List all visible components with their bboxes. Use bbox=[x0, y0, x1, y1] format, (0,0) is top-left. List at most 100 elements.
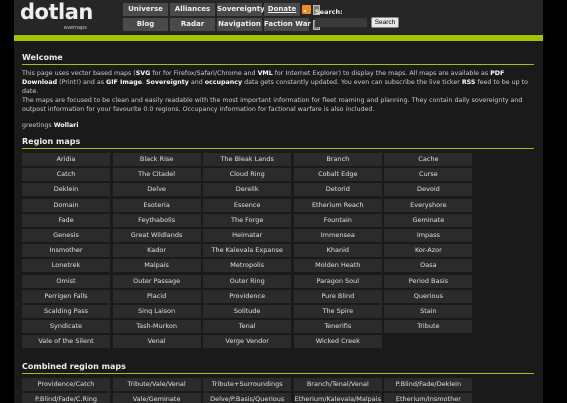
region-map-link[interactable]: Omist bbox=[22, 274, 110, 288]
region-map-link[interactable]: Tribute bbox=[384, 320, 473, 334]
region-map-link[interactable]: Heimatar bbox=[203, 229, 292, 242]
logo-text: dotlan bbox=[20, 0, 93, 24]
nav-blog[interactable]: Blog bbox=[123, 18, 168, 31]
rss-icon[interactable] bbox=[302, 5, 311, 14]
region-map-link[interactable]: Domain bbox=[22, 198, 110, 212]
region-map-link[interactable]: Solitude bbox=[203, 305, 292, 318]
welcome-text: This page uses vector based maps ( bbox=[22, 70, 136, 77]
welcome-emphasis: RSS bbox=[461, 79, 476, 86]
region-map-link[interactable]: Cache bbox=[384, 153, 473, 166]
region-map-link[interactable]: Querious bbox=[384, 289, 473, 303]
search-button[interactable]: Search bbox=[371, 17, 399, 28]
nav-alliances[interactable]: Alliances bbox=[170, 3, 215, 16]
divider bbox=[22, 148, 534, 149]
region-map-link[interactable]: Delve bbox=[112, 183, 201, 197]
region-map-link[interactable]: Geminate bbox=[384, 213, 473, 227]
region-map-link[interactable]: Syndicate bbox=[22, 320, 110, 334]
region-map-link[interactable]: Kador bbox=[112, 244, 201, 258]
search-label: Search: bbox=[315, 8, 343, 16]
region-map-link[interactable]: Tash-Murkon bbox=[112, 320, 201, 334]
region-map-link[interactable]: Placid bbox=[112, 289, 201, 303]
region-map-link[interactable]: Detorid bbox=[293, 183, 382, 197]
region-map-link[interactable]: The Citadel bbox=[112, 168, 201, 182]
region-map-link[interactable]: Immensea bbox=[293, 229, 382, 242]
region-map-link[interactable]: Essence bbox=[203, 198, 292, 212]
region-map-link[interactable]: Esoteria bbox=[112, 198, 201, 212]
region-map-link[interactable]: Pure Blind bbox=[293, 289, 382, 303]
combined-map-link[interactable]: P.Blind/Fade/C.Ring bbox=[22, 393, 110, 403]
region-map-link[interactable]: Molden Heath bbox=[293, 259, 382, 273]
region-map-link[interactable]: Tenal bbox=[203, 320, 292, 334]
region-map-link[interactable]: Derelik bbox=[203, 183, 292, 197]
region-map-link[interactable]: Period Basis bbox=[384, 274, 473, 288]
region-map-link[interactable]: Sinq Laison bbox=[112, 305, 201, 318]
region-map-link[interactable]: The Forge bbox=[203, 213, 292, 227]
nav-radar[interactable]: Radar bbox=[170, 18, 215, 31]
region-map-link[interactable]: Cobalt Edge bbox=[293, 168, 382, 182]
combined-map-link[interactable]: Tribute+Surroundings bbox=[203, 378, 292, 391]
welcome-emphasis: VML bbox=[257, 70, 273, 77]
nav-sovereignty[interactable]: Sovereignty bbox=[217, 3, 265, 16]
nav-donate[interactable]: Donate bbox=[264, 3, 300, 16]
region-map-link[interactable]: Metropolis bbox=[203, 259, 292, 273]
combined-map-link[interactable]: Providence/Catch bbox=[22, 378, 110, 391]
region-map-link[interactable]: Vale of the Silent bbox=[22, 335, 110, 349]
region-map-link[interactable]: Devoid bbox=[384, 183, 473, 197]
combined-map-link[interactable]: Tribute/Vale/Venal bbox=[112, 378, 201, 391]
region-map-link[interactable]: Malpais bbox=[112, 259, 201, 273]
region-map-link[interactable]: Stain bbox=[384, 305, 473, 318]
region-map-link[interactable]: Impass bbox=[384, 229, 473, 242]
region-map-link[interactable]: Genesis bbox=[22, 229, 110, 242]
region-map-link[interactable]: Everyshore bbox=[384, 198, 473, 212]
dotlan-logo[interactable]: dotlan evemaps bbox=[20, 0, 93, 32]
region-map-link[interactable]: Paragon Soul bbox=[293, 274, 382, 288]
region-map-link[interactable]: Tenerifis bbox=[293, 320, 382, 334]
region-map-link[interactable]: The Bleak Lands bbox=[203, 153, 292, 166]
region-map-link[interactable]: Branch bbox=[293, 153, 382, 166]
region-map-link[interactable]: Scalding Pass bbox=[22, 305, 110, 318]
region-map-link[interactable]: Fade bbox=[22, 213, 110, 227]
region-map-link[interactable]: Outer Passage bbox=[112, 274, 201, 288]
region-map-link[interactable]: Kor-Azor bbox=[384, 244, 473, 258]
region-map-link[interactable]: Providence bbox=[203, 289, 292, 303]
header-accent-bar bbox=[14, 35, 543, 41]
combined-map-link[interactable]: Branch/Tenal/Venal bbox=[293, 378, 382, 391]
combined-map-link[interactable]: Etherium/Insmother bbox=[384, 393, 473, 403]
region-map-link[interactable]: Fountain bbox=[293, 213, 382, 227]
region-map-link[interactable]: The Spire bbox=[293, 305, 382, 318]
region-map-link[interactable]: The Kalevala Expanse bbox=[203, 244, 292, 258]
region-map-link[interactable]: Catch bbox=[22, 168, 110, 182]
region-map-link[interactable]: Verge Vendor bbox=[203, 335, 292, 349]
region-map-link[interactable]: Perrigen Falls bbox=[22, 289, 110, 303]
region-map-link[interactable]: Aridia bbox=[22, 153, 110, 166]
nav-faction-war[interactable]: Faction War bbox=[264, 18, 311, 31]
combined-map-link[interactable]: P.Blind/Fade/Deklein bbox=[384, 378, 473, 391]
welcome-text: (Print!) and as bbox=[57, 79, 107, 86]
region-map-link[interactable]: Khanid bbox=[293, 244, 382, 258]
region-map-link[interactable]: Oasa bbox=[384, 259, 473, 273]
region-map-link[interactable]: Black Rise bbox=[112, 153, 201, 166]
combined-map-link[interactable]: Vale/Geminate bbox=[112, 393, 201, 403]
search-input[interactable] bbox=[315, 18, 367, 27]
region-map-link[interactable]: Deklein bbox=[22, 183, 110, 197]
region-map-link[interactable]: Lonetrek bbox=[22, 259, 110, 273]
welcome-text: for Internet Explorer) to display the ma… bbox=[272, 70, 491, 77]
page-frame: dotlan evemaps Universe Alliances Sovere… bbox=[14, 0, 543, 403]
combined-map-link[interactable]: Delve/P.Basis/Querious bbox=[203, 393, 292, 403]
region-map-link[interactable]: Etherium Reach bbox=[293, 198, 382, 212]
welcome-paragraph-2: The maps are focused to be clean and eas… bbox=[22, 97, 523, 113]
region-map-link[interactable]: Cloud Ring bbox=[203, 168, 292, 182]
region-map-link[interactable]: Wicked Creek bbox=[293, 335, 382, 349]
region-map-link[interactable]: Great Wildlands bbox=[112, 229, 201, 242]
region-map-link[interactable]: Venal bbox=[112, 335, 201, 349]
welcome-text: for for Firefox/Safari/Chrome and bbox=[150, 70, 258, 77]
header: dotlan evemaps Universe Alliances Sovere… bbox=[14, 0, 543, 34]
nav-universe[interactable]: Universe bbox=[123, 3, 168, 16]
region-map-link[interactable]: Outer Ring bbox=[203, 274, 292, 288]
region-map-link[interactable]: Feythabolis bbox=[112, 213, 201, 227]
nav-navigation[interactable]: Navigation bbox=[217, 18, 262, 31]
region-map-link[interactable]: Insmother bbox=[22, 244, 110, 258]
logo-subtext: evemaps bbox=[64, 25, 87, 31]
region-map-link[interactable]: Curse bbox=[384, 168, 473, 182]
combined-map-link[interactable]: Etherium/Kalevala/Malpais bbox=[293, 393, 382, 403]
